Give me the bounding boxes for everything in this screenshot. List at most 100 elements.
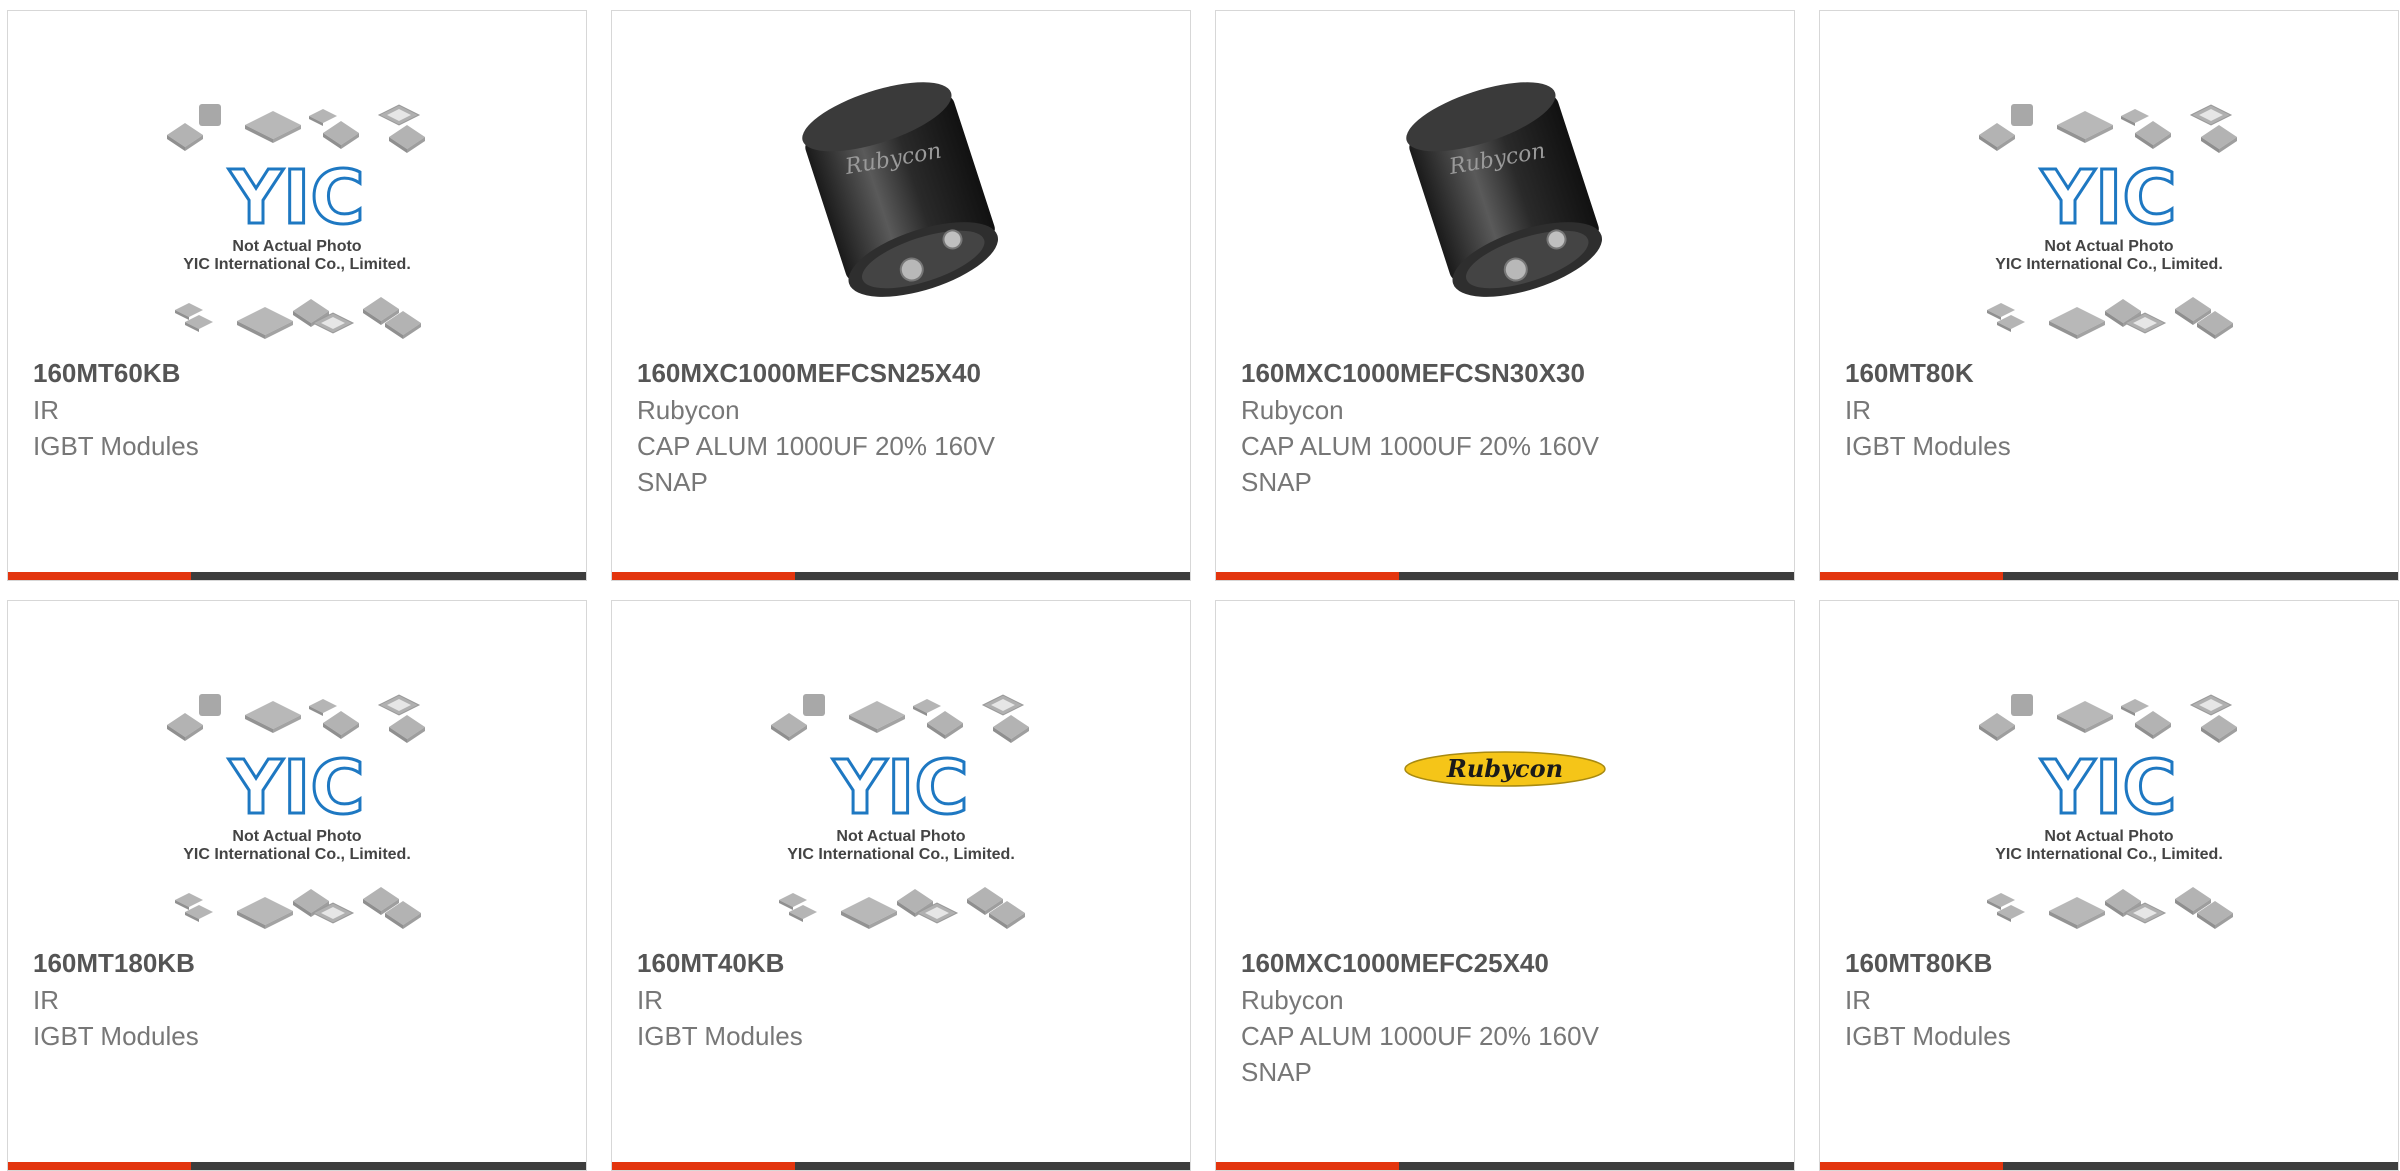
chip-icon [849,701,905,733]
product-card[interactable]: Rubycon 160MXC1000MEFCSN30X30 Rubycon CA… [1215,10,1795,581]
card-bottom-bar [1216,1162,1794,1170]
manufacturer: IR [1845,395,1871,425]
product-grid: YIC Not Actual Photo YIC International Co.… [0,0,2400,1171]
product-info: 160MT80K IR IGBT Modules [1845,355,2378,464]
not-actual-photo-placeholder: YICNot Actual PhotoYIC International Co.… [167,104,425,339]
capacitor-photo: Rubycon [1406,82,1603,297]
chip-icon [389,125,425,153]
product-image[interactable]: YIC Not Actual Photo YIC International Co.… [612,601,1190,946]
placeholder-line-1: Not Actual Photo [2044,238,2173,255]
product-info: 160MT80KB IR IGBT Modules [1845,945,2378,1054]
chip-icon [2201,715,2237,743]
chip-icon [323,121,359,149]
product-card[interactable]: YIC Not Actual Photo YIC International Co.… [7,600,587,1171]
chip-icon [2057,701,2113,733]
card-accent-bar [1820,572,2003,580]
chip-icon [927,711,963,739]
part-number-link[interactable]: 160MXC1000MEFCSN30X30 [1241,355,1774,392]
placeholder-line-1: Not Actual Photo [232,238,361,255]
product-card[interactable]: YIC Not Actual Photo YIC International Co.… [1819,600,2399,1171]
chip-icon [2135,711,2171,739]
part-number-link[interactable]: 160MT40KB [637,945,1170,982]
chip-icon [377,104,421,126]
chip-icon [2201,125,2237,153]
chip-icon [377,694,421,716]
chip-icon [185,905,213,922]
manufacturer: IR [637,985,663,1015]
not-actual-photo-placeholder: YICNot Actual PhotoYIC International Co.… [771,694,1029,929]
product-card[interactable]: Rubycon 160MXC1000MEFC25X40 Rubycon CAP … [1215,600,1795,1171]
card-bottom-bar [1216,572,1794,580]
not-actual-photo-placeholder: YICNot Actual PhotoYIC International Co.… [167,694,425,929]
product-info: 160MT180KB IR IGBT Modules [33,945,566,1054]
description: IGBT Modules [33,1021,199,1051]
chip-icon [771,713,807,741]
card-accent-bar [612,572,795,580]
chip-icon [1997,905,2025,922]
card-accent-bar [8,572,191,580]
chip-icon [1979,123,2015,151]
product-card[interactable]: Rubycon 160MXC1000MEFCSN25X40 Rubycon CA… [611,10,1191,581]
product-card[interactable]: YIC Not Actual Photo YIC International Co.… [1819,10,2399,581]
product-image[interactable]: Rubycon [612,11,1190,356]
part-number-link[interactable]: 160MXC1000MEFC25X40 [1241,945,1774,982]
chip-icon [913,699,941,716]
description: CAP ALUM 1000UF 20% 160V SNAP [637,431,995,497]
description: CAP ALUM 1000UF 20% 160V SNAP [1241,431,1599,497]
card-accent-bar [1216,572,1399,580]
placeholder-line-2: YIC International Co., Limited. [787,846,1015,863]
manufacturer: Rubycon [1241,985,1344,1015]
chip-icon [1997,315,2025,332]
chip-icon [167,713,203,741]
chip-icon [2057,111,2113,143]
card-bottom-bar [8,1162,586,1170]
product-image[interactable]: Rubycon [1216,601,1794,946]
product-image[interactable]: YIC Not Actual Photo YIC International Co.… [1820,11,2398,356]
card-accent-bar [1216,1162,1399,1170]
product-card[interactable]: YIC Not Actual Photo YIC International Co.… [611,600,1191,1171]
yic-logo: YIC [2040,155,2176,241]
chip-icon [981,694,1025,716]
capacitor-photo: Rubycon [802,82,999,297]
chip-icon [199,104,221,126]
product-image[interactable]: YIC Not Actual Photo YIC International Co.… [1820,601,2398,946]
chip-icon [2049,897,2105,929]
placeholder-line-1: Not Actual Photo [2044,828,2173,845]
chip-icon [167,123,203,151]
product-info: 160MT40KB IR IGBT Modules [637,945,1170,1054]
card-accent-bar [1820,1162,2003,1170]
chip-icon [841,897,897,929]
yic-logo: YIC [832,745,968,831]
manufacturer: Rubycon [1241,395,1344,425]
product-image[interactable]: YIC Not Actual Photo YIC International Co.… [8,601,586,946]
product-card[interactable]: YIC Not Actual Photo YIC International Co.… [7,10,587,581]
product-info: 160MXC1000MEFCSN25X40 Rubycon CAP ALUM 1… [637,355,1170,500]
chip-icon [789,905,817,922]
chip-icon [2121,109,2149,126]
card-accent-bar [8,1162,191,1170]
part-number-link[interactable]: 160MT180KB [33,945,566,982]
not-actual-photo-placeholder: YICNot Actual PhotoYIC International Co.… [1979,104,2237,339]
manufacturer: IR [1845,985,1871,1015]
description: IGBT Modules [637,1021,803,1051]
placeholder-line-1: Not Actual Photo [836,828,965,845]
part-number-link[interactable]: 160MXC1000MEFCSN25X40 [637,355,1170,392]
chip-icon [237,897,293,929]
part-number-link[interactable]: 160MT60KB [33,355,566,392]
chip-icon [2011,694,2033,716]
chip-icon [993,715,1029,743]
product-info: 160MXC1000MEFCSN30X30 Rubycon CAP ALUM 1… [1241,355,1774,500]
placeholder-line-1: Not Actual Photo [232,828,361,845]
chip-icon [2049,307,2105,339]
chip-icon [245,111,301,143]
card-bottom-bar [8,572,586,580]
product-image[interactable]: Rubycon [1216,11,1794,356]
chip-icon [2189,104,2233,126]
yic-logo: YIC [2040,745,2176,831]
product-image[interactable]: YIC Not Actual Photo YIC International Co.… [8,11,586,356]
part-number-link[interactable]: 160MT80K [1845,355,2378,392]
manufacturer: Rubycon [637,395,740,425]
chip-icon [237,307,293,339]
part-number-link[interactable]: 160MT80KB [1845,945,2378,982]
card-bottom-bar [1820,1162,2398,1170]
